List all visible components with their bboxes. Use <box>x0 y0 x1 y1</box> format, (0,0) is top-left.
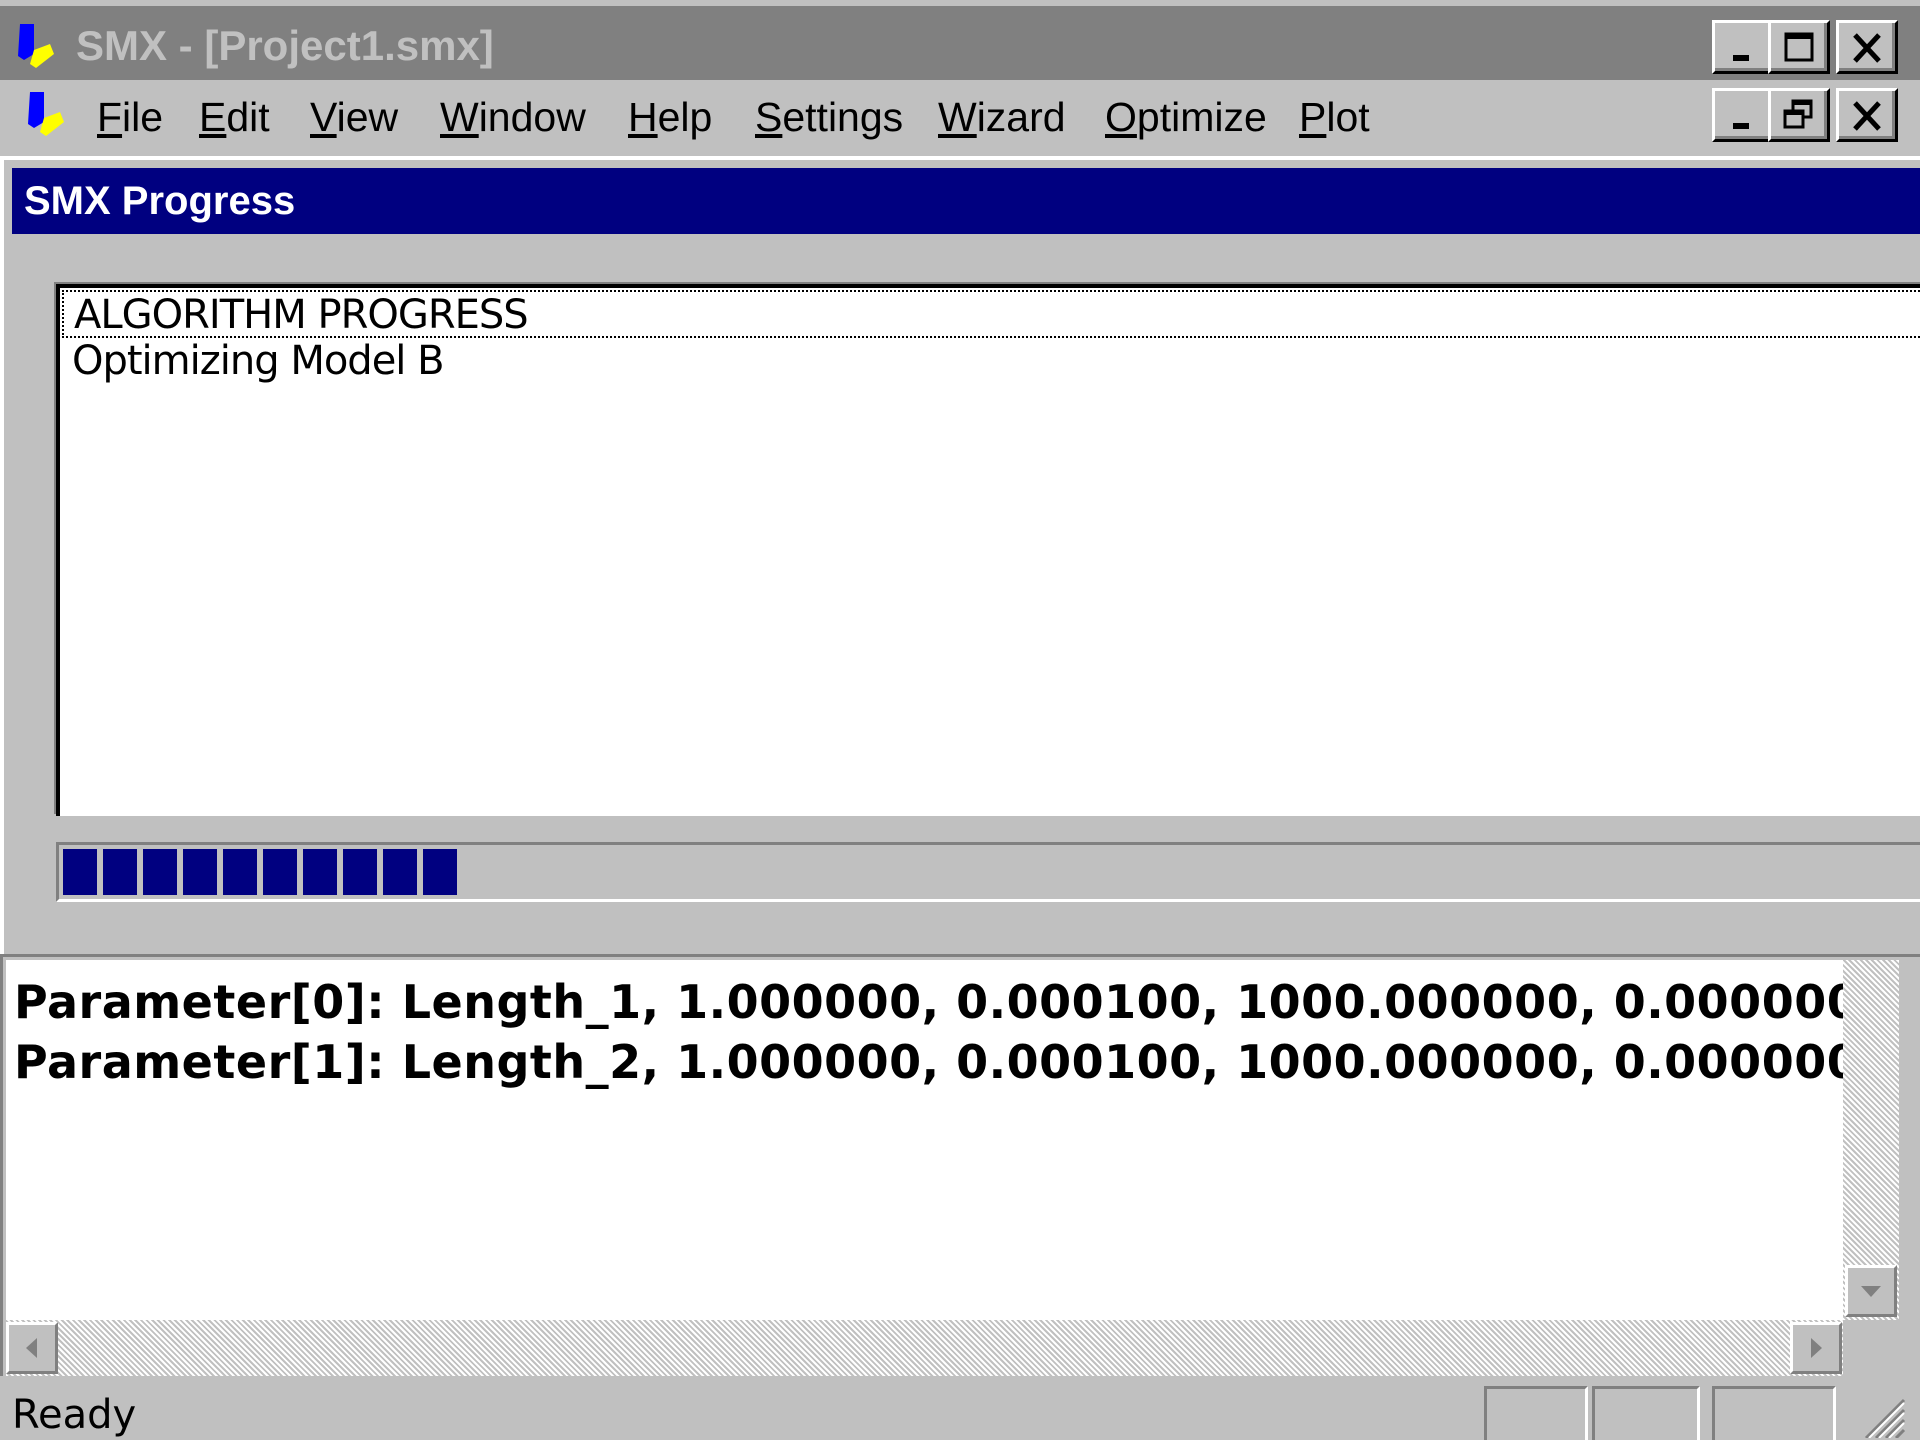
output-window: Parameter[0]: Length_1, 1.000000, 0.0001… <box>0 954 1920 1376</box>
status-pane <box>1592 1386 1700 1440</box>
document-icon[interactable] <box>22 88 68 148</box>
algorithm-progress-bar <box>56 842 1920 902</box>
list-item[interactable]: ALGORITHM PROGRESS <box>62 290 1920 338</box>
status-bar: Ready <box>0 1378 1920 1440</box>
status-text: Ready <box>12 1392 137 1438</box>
progress-block <box>183 849 217 895</box>
progress-window-title-bar[interactable]: SMX Progress <box>12 168 1920 234</box>
minimize-icon <box>1733 55 1749 61</box>
doc-close-button[interactable] <box>1836 88 1898 142</box>
menu-wizard[interactable]: Wizard <box>938 92 1066 142</box>
arrow-down-icon <box>1861 1286 1881 1297</box>
progress-fill <box>63 849 463 895</box>
progress-block <box>103 849 137 895</box>
close-icon <box>1853 33 1881 63</box>
horizontal-scrollbar[interactable] <box>6 1320 1843 1376</box>
menu-window[interactable]: Window <box>440 92 586 142</box>
progress-block <box>143 849 177 895</box>
title-bar[interactable]: SMX - [Project1.smx] <box>0 0 1920 80</box>
menu-file[interactable]: File <box>97 92 163 142</box>
scroll-down-button[interactable] <box>1845 1265 1897 1317</box>
status-pane <box>1712 1386 1836 1440</box>
menu-settings[interactable]: Settings <box>755 92 903 142</box>
menu-bar: File Edit View Window Help Settings Wiza… <box>0 80 1920 154</box>
vertical-scrollbar[interactable] <box>1843 960 1899 1320</box>
scroll-left-button[interactable] <box>6 1322 58 1374</box>
progress-block <box>383 849 417 895</box>
doc-restore-button[interactable] <box>1768 88 1830 142</box>
scroll-right-button[interactable] <box>1790 1322 1842 1374</box>
menu-help[interactable]: Help <box>628 92 712 142</box>
output-line: Parameter[0]: Length_1, 1.000000, 0.0001… <box>14 975 1860 1029</box>
progress-block <box>63 849 97 895</box>
arrow-left-icon <box>26 1338 37 1358</box>
progress-block <box>343 849 377 895</box>
arrow-right-icon <box>1811 1338 1822 1358</box>
maximize-button[interactable] <box>1768 20 1830 74</box>
output-line: Parameter[1]: Length_2, 1.000000, 0.0001… <box>14 1035 1860 1089</box>
minimize-icon <box>1733 123 1749 129</box>
progress-block <box>303 849 337 895</box>
resize-grip-icon[interactable] <box>1860 1394 1906 1438</box>
progress-block <box>223 849 257 895</box>
close-button[interactable] <box>1836 20 1898 74</box>
restore-icon <box>1783 99 1813 129</box>
progress-listbox[interactable]: ALGORITHM PROGRESS Optimizing Model B <box>56 284 1920 816</box>
minimize-button[interactable] <box>1712 20 1774 74</box>
menu-optimize[interactable]: Optimize <box>1105 92 1267 142</box>
progress-block <box>423 849 457 895</box>
smx-app-icon <box>18 24 54 68</box>
list-item[interactable]: Optimizing Model B <box>72 338 445 384</box>
menu-view[interactable]: View <box>310 92 398 142</box>
doc-minimize-button[interactable] <box>1712 88 1774 142</box>
progress-block <box>263 849 297 895</box>
status-pane <box>1484 1386 1588 1440</box>
progress-window-title: SMX Progress <box>24 179 296 223</box>
window-title: SMX - [Project1.smx] <box>76 22 494 69</box>
close-icon <box>1853 101 1881 131</box>
menu-edit[interactable]: Edit <box>199 92 270 142</box>
scrollbar-corner <box>1843 1320 1899 1376</box>
output-text-area[interactable]: Parameter[0]: Length_1, 1.000000, 0.0001… <box>6 960 1859 1320</box>
maximize-icon <box>1784 32 1814 62</box>
progress-window: SMX Progress ALGORITHM PROGRESS Optimizi… <box>0 156 1920 956</box>
menu-plot[interactable]: Plot <box>1299 92 1370 142</box>
